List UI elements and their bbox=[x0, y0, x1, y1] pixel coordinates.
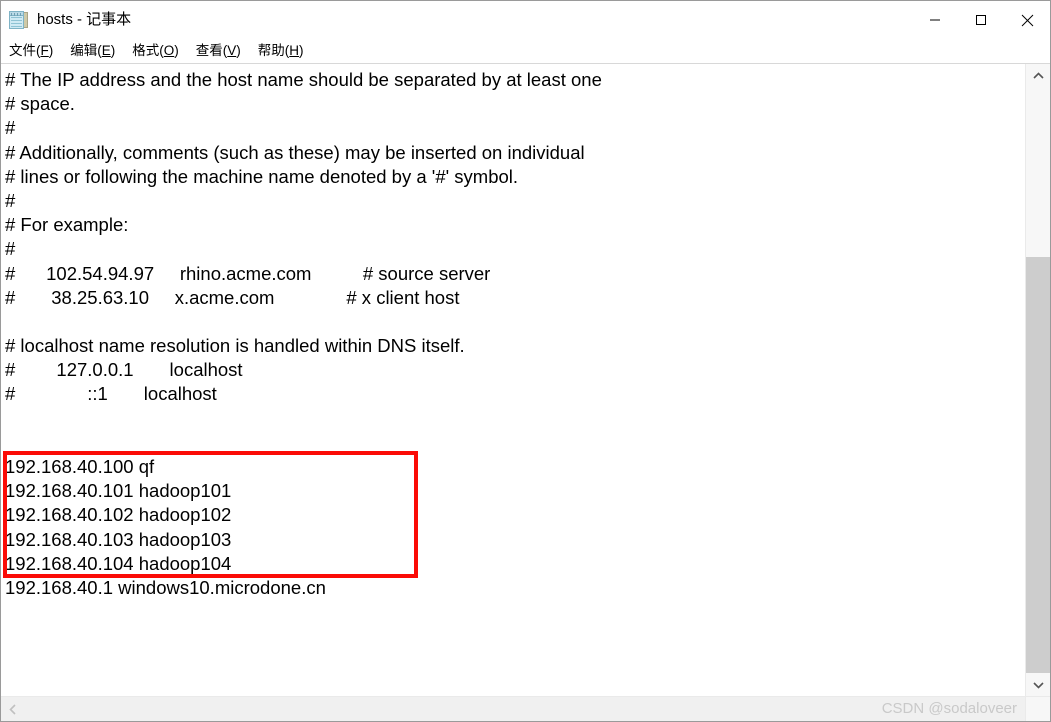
close-button[interactable] bbox=[1004, 1, 1050, 39]
scrollbar-corner bbox=[1025, 697, 1050, 721]
minimize-icon bbox=[930, 19, 940, 21]
text-line: 192.168.40.104 hadoop104 bbox=[5, 552, 232, 574]
menu-item-format[interactable]: 格式(O) bbox=[132, 39, 179, 63]
text-line: # 38.25.63.10 x.acme.com # x client host bbox=[5, 286, 460, 308]
horizontal-scrollbar[interactable] bbox=[1, 697, 1025, 721]
notepad-icon bbox=[9, 10, 29, 30]
text-line: 192.168.40.101 hadoop101 bbox=[5, 480, 232, 502]
text-line: # space. bbox=[5, 93, 75, 115]
maximize-icon bbox=[976, 15, 986, 25]
chevron-left-icon bbox=[9, 703, 16, 715]
horizontal-scrollbar-row bbox=[1, 696, 1050, 721]
editor-area: # The IP address and the host name shoul… bbox=[1, 63, 1050, 696]
text-line: # The IP address and the host name shoul… bbox=[5, 69, 602, 90]
text-line: 192.168.40.103 hadoop103 bbox=[5, 528, 232, 550]
text-line: 192.168.40.102 hadoop102 bbox=[5, 504, 232, 526]
text-line: # 127.0.0.1 localhost bbox=[5, 359, 243, 381]
maximize-button[interactable] bbox=[958, 1, 1004, 39]
window-controls bbox=[912, 1, 1050, 39]
chevron-down-icon bbox=[1032, 681, 1044, 689]
text-line: 192.168.40.1 windows10.microdone.cn bbox=[5, 576, 326, 598]
text-line bbox=[5, 431, 1025, 455]
scroll-up-button[interactable] bbox=[1026, 64, 1050, 87]
menu-item-view[interactable]: 查看(V) bbox=[196, 39, 241, 63]
text-line: # 102.54.94.97 rhino.acme.com # source s… bbox=[5, 262, 491, 284]
menu-item-help[interactable]: 帮助(H) bbox=[258, 39, 304, 63]
text-line: # For example: bbox=[5, 214, 129, 236]
text-line: # Additionally, comments (such as these)… bbox=[5, 141, 585, 163]
text-line: # bbox=[5, 189, 16, 211]
notepad-window: hosts - 记事本 文件(F) 编辑(E) 格式(O) 查看(V) 帮助(H… bbox=[0, 0, 1051, 722]
text-line: # ::1 localhost bbox=[5, 383, 217, 405]
minimize-button[interactable] bbox=[912, 1, 958, 39]
text-line: 192.168.40.100 qf bbox=[5, 456, 155, 477]
text-line bbox=[5, 310, 1025, 334]
text-line: # lines or following the machine name de… bbox=[5, 165, 519, 187]
text-line: # bbox=[5, 117, 16, 139]
vertical-scroll-track[interactable] bbox=[1026, 87, 1050, 673]
menu-bar: 文件(F) 编辑(E) 格式(O) 查看(V) 帮助(H) bbox=[1, 39, 1050, 63]
window-title: hosts - 记事本 bbox=[37, 11, 132, 28]
close-icon bbox=[1021, 14, 1033, 26]
scroll-left-button[interactable] bbox=[1, 698, 25, 721]
title-bar[interactable]: hosts - 记事本 bbox=[1, 1, 1050, 39]
text-line: # localhost name resolution is handled w… bbox=[5, 335, 465, 357]
text-line bbox=[5, 407, 1025, 431]
text-editor[interactable]: # The IP address and the host name shoul… bbox=[1, 64, 1025, 696]
hosts-file-text[interactable]: # The IP address and the host name shoul… bbox=[5, 68, 1025, 600]
menu-item-edit[interactable]: 编辑(E) bbox=[70, 39, 115, 63]
vertical-scrollbar[interactable] bbox=[1025, 64, 1050, 696]
vertical-scroll-thumb[interactable] bbox=[1026, 257, 1050, 673]
menu-item-file[interactable]: 文件(F) bbox=[9, 39, 53, 63]
scroll-down-button[interactable] bbox=[1026, 673, 1050, 696]
chevron-up-icon bbox=[1032, 71, 1044, 79]
text-line: # bbox=[5, 238, 16, 260]
